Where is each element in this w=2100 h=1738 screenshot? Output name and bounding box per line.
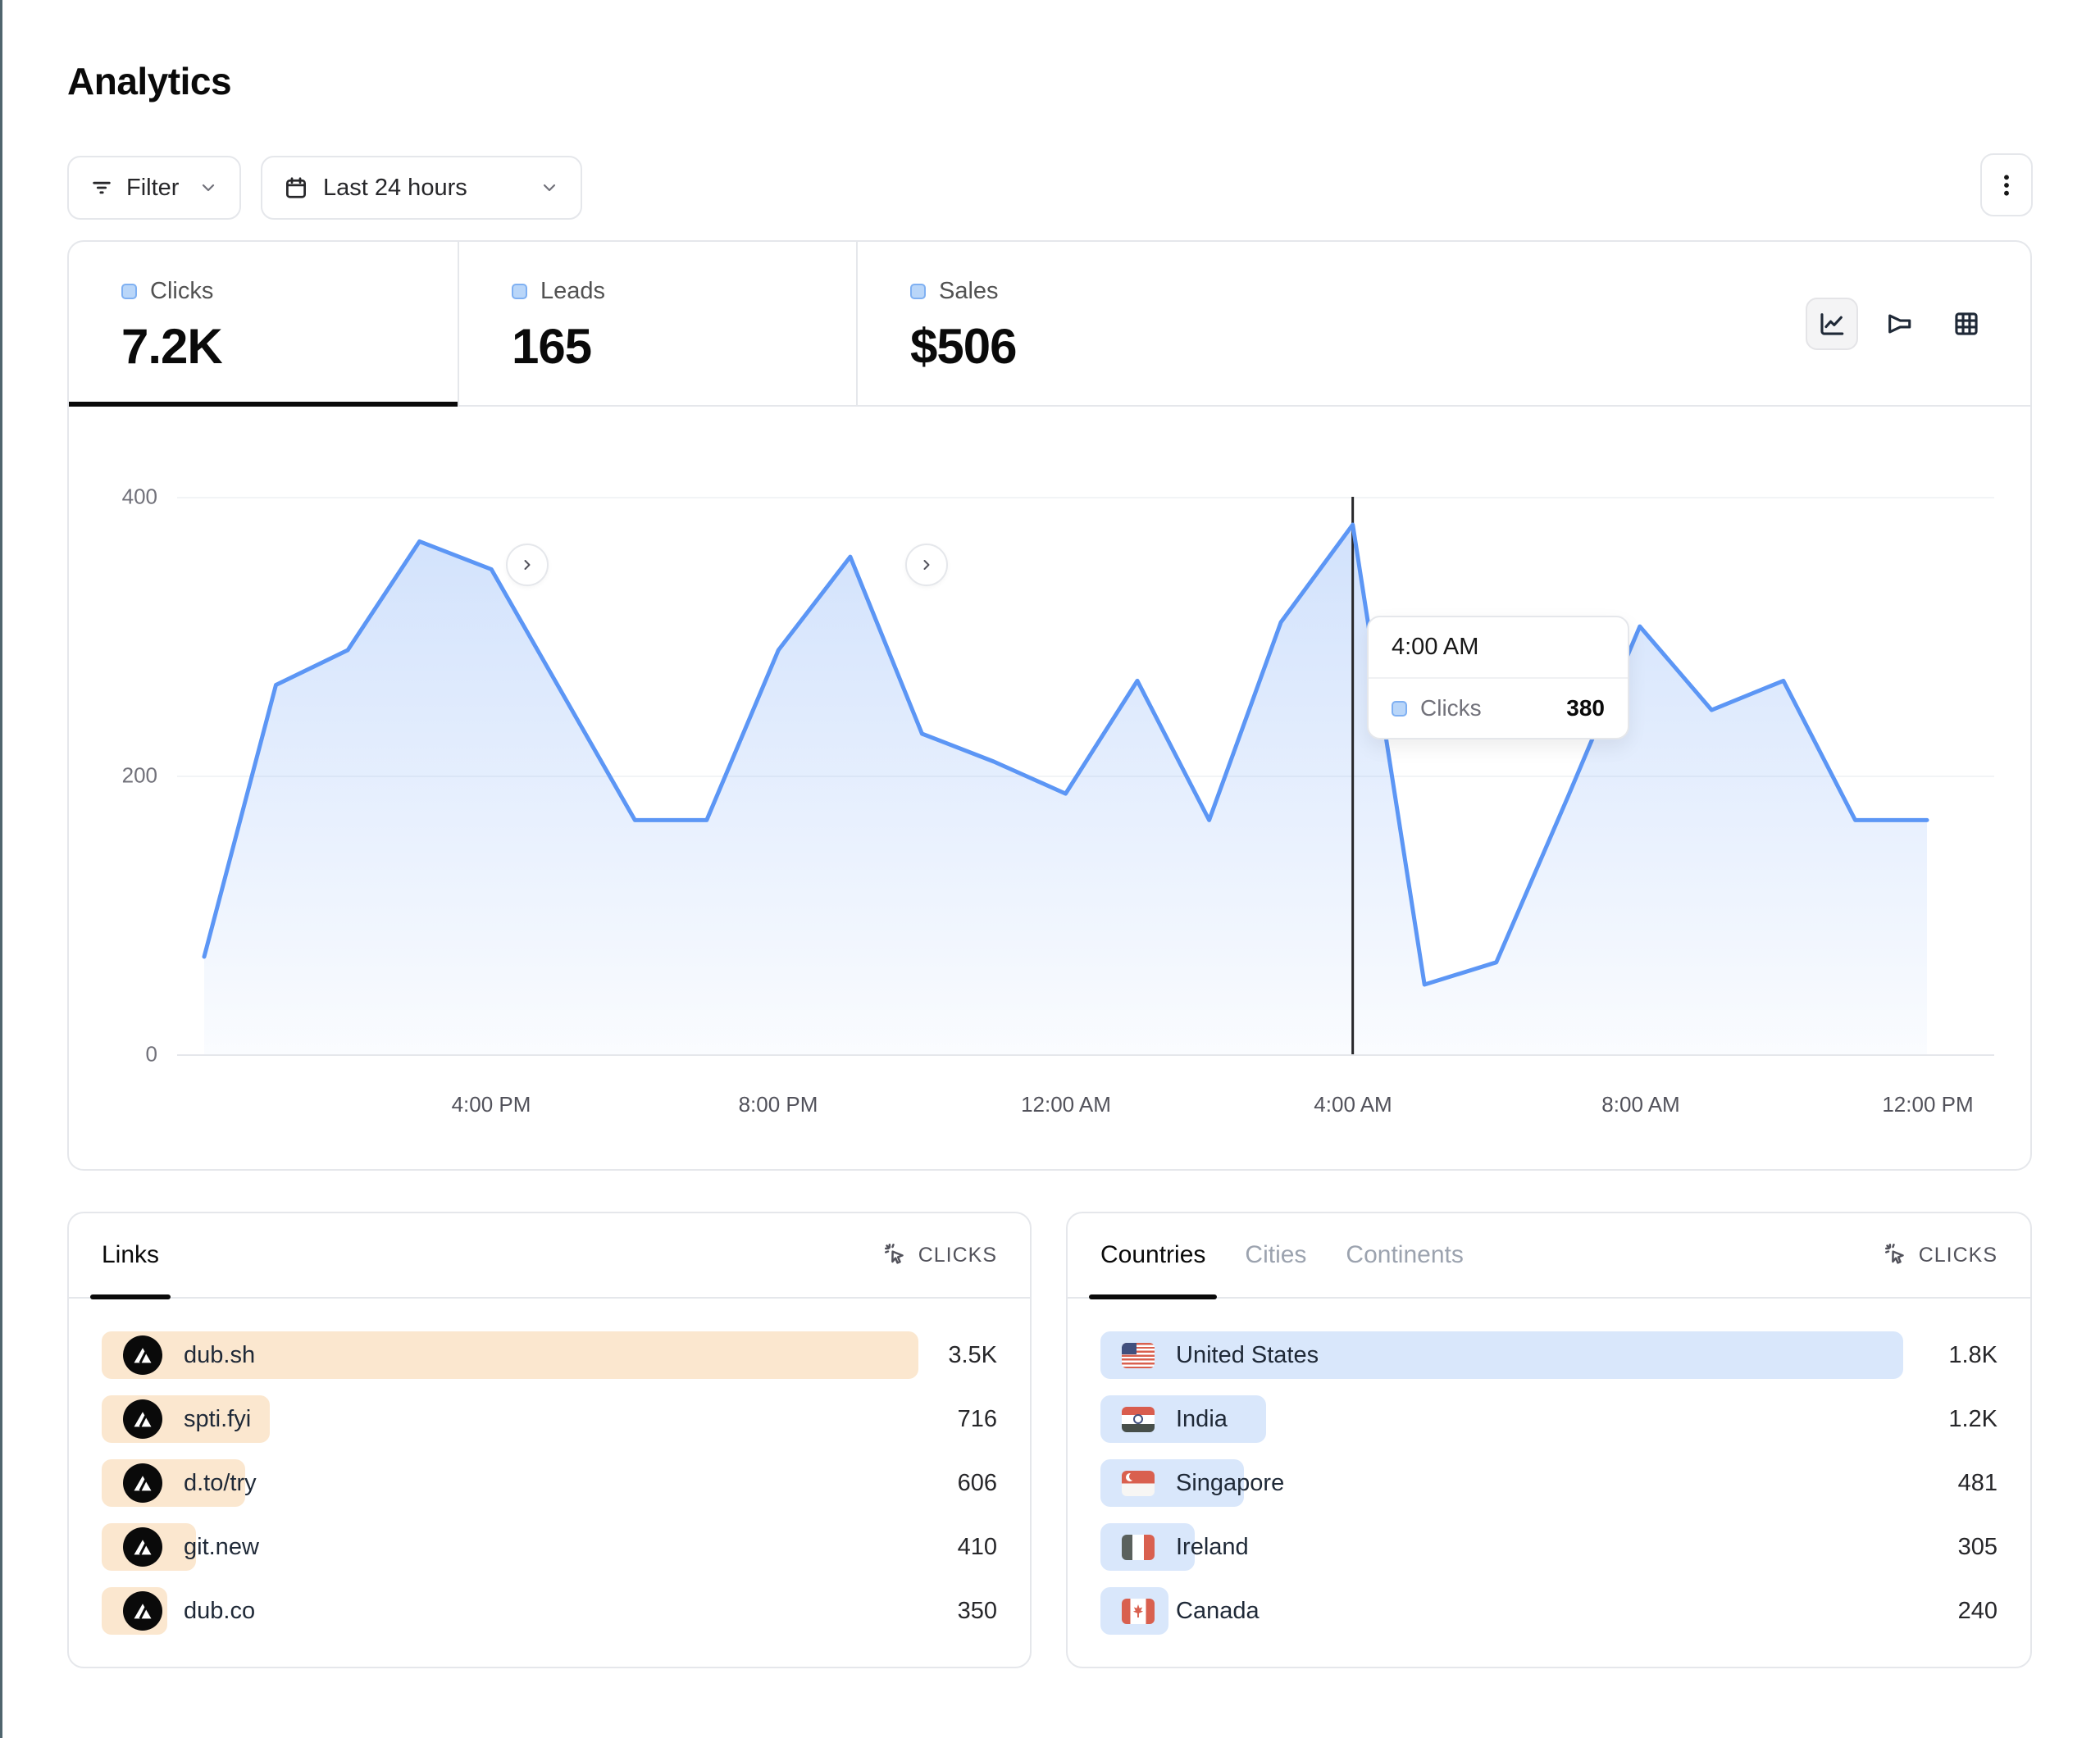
- calendar-icon: [284, 175, 308, 200]
- chart-tooltip: 4:00 AM Clicks 380: [1367, 616, 1629, 739]
- row-label: spti.fyi: [184, 1406, 251, 1433]
- chevron-down-icon: [540, 178, 559, 198]
- x-axis-tick: 4:00 PM: [452, 1092, 531, 1117]
- tooltip-series-label: Clicks: [1420, 695, 1482, 721]
- link-row[interactable]: dub.sh 3.5K: [102, 1331, 997, 1379]
- ca-flag-icon: [1122, 1599, 1155, 1624]
- dub-logo-icon: [131, 1599, 154, 1622]
- stat-expand-chevron[interactable]: [905, 544, 948, 586]
- window-edge-strip: [0, 0, 2, 1738]
- tab-continents[interactable]: Continents: [1346, 1213, 1463, 1297]
- row-value: 1.2K: [1948, 1395, 1998, 1443]
- dub-logo-icon: [131, 1344, 154, 1367]
- link-row[interactable]: dub.co 350: [102, 1587, 997, 1635]
- row-value: 3.5K: [948, 1331, 997, 1379]
- ie-flag-icon: [1122, 1535, 1155, 1560]
- sg-flag-icon: [1122, 1471, 1155, 1496]
- filter-button-label: Filter: [126, 175, 179, 202]
- dub-logo-icon: [131, 1472, 154, 1495]
- row-label: dub.co: [184, 1598, 255, 1625]
- date-range-label: Last 24 hours: [323, 175, 467, 202]
- x-axis-tick: 4:00 AM: [1314, 1092, 1392, 1117]
- row-value: 240: [1958, 1587, 1998, 1635]
- links-metric-label: CLICKS: [918, 1244, 997, 1267]
- row-value: 716: [958, 1395, 997, 1443]
- in-flag-icon: [1122, 1407, 1155, 1432]
- geo-panel-header: Countries Cities Continents CLICKS: [1068, 1213, 2030, 1299]
- x-axis-tick: 8:00 PM: [739, 1092, 818, 1117]
- row-value: 350: [958, 1587, 997, 1635]
- tooltip-time: 4:00 AM: [1369, 617, 1628, 679]
- link-favicon: [123, 1527, 162, 1567]
- chevron-down-icon: [198, 178, 218, 198]
- x-axis-tick: 12:00 AM: [1021, 1092, 1111, 1117]
- link-row[interactable]: spti.fyi 716: [102, 1395, 997, 1443]
- date-range-button[interactable]: Last 24 hours: [261, 156, 582, 220]
- link-favicon: [123, 1463, 162, 1503]
- geo-rows: United States 1.8K India 1.2K Singapore 481 Ir…: [1068, 1299, 2030, 1635]
- link-row[interactable]: git.new 410: [102, 1523, 997, 1571]
- country-row[interactable]: India 1.2K: [1100, 1395, 1998, 1443]
- filter-button[interactable]: Filter: [67, 156, 241, 220]
- tooltip-legend-swatch: [1392, 701, 1407, 717]
- row-value: 410: [958, 1523, 997, 1571]
- link-favicon: [123, 1335, 162, 1375]
- tab-links[interactable]: Links: [102, 1213, 159, 1297]
- links-rows: dub.sh 3.5K spti.fyi 716 d.to/try 606 git.new 4…: [69, 1299, 1030, 1635]
- row-label: United States: [1176, 1342, 1319, 1369]
- country-row[interactable]: United States 1.8K: [1100, 1331, 1998, 1379]
- row-label: Ireland: [1176, 1534, 1249, 1561]
- x-axis-tick: 12:00 PM: [1882, 1092, 1973, 1117]
- row-label: Singapore: [1176, 1470, 1284, 1497]
- row-value: 1.8K: [1948, 1331, 1998, 1379]
- country-row[interactable]: Canada 240: [1100, 1587, 1998, 1635]
- stat-expand-chevron[interactable]: [506, 544, 549, 586]
- chevron-right-icon: [918, 557, 935, 573]
- analytics-card: Clicks 7.2K Leads 165 Sales $506: [67, 240, 2032, 1171]
- link-favicon: [123, 1399, 162, 1439]
- row-label: d.to/try: [184, 1470, 257, 1497]
- cursor-click-icon: [884, 1243, 909, 1267]
- more-options-button[interactable]: [1980, 153, 2033, 216]
- row-label: git.new: [184, 1534, 259, 1561]
- links-panel-header: Links CLICKS: [69, 1213, 1030, 1299]
- x-axis-tick: 8:00 AM: [1601, 1092, 1679, 1117]
- geo-metric-label: CLICKS: [1919, 1244, 1998, 1267]
- dub-logo-icon: [131, 1408, 154, 1431]
- country-row[interactable]: Ireland 305: [1100, 1523, 1998, 1571]
- link-row[interactable]: d.to/try 606: [102, 1459, 997, 1507]
- geo-panel: Countries Cities Continents CLICKS Unite…: [1066, 1212, 2032, 1668]
- row-value: 481: [1958, 1459, 1998, 1507]
- tooltip-value: 380: [1566, 695, 1605, 721]
- page-title: Analytics: [67, 59, 231, 103]
- tab-cities[interactable]: Cities: [1245, 1213, 1306, 1297]
- clicks-chart[interactable]: 400 200 0 4:00 PM 8:00 PM 12:00 AM 4:00 …: [69, 407, 2030, 1169]
- link-favicon: [123, 1591, 162, 1631]
- kebab-menu-icon: [1994, 171, 2019, 199]
- chart-area-fill: [204, 525, 1927, 1054]
- chevron-right-icon: [519, 557, 535, 573]
- cursor-click-icon: [1884, 1243, 1909, 1267]
- row-value: 606: [958, 1459, 997, 1507]
- row-label: India: [1176, 1406, 1228, 1433]
- row-label: dub.sh: [184, 1342, 255, 1369]
- area-chart-svg: [69, 242, 2030, 1169]
- row-value: 305: [1958, 1523, 1998, 1571]
- country-row[interactable]: Singapore 481: [1100, 1459, 1998, 1507]
- dub-logo-icon: [131, 1536, 154, 1558]
- tab-countries[interactable]: Countries: [1100, 1213, 1205, 1297]
- links-panel: Links CLICKS dub.sh 3.5K spti.fyi 716 d.to/t…: [67, 1212, 1032, 1668]
- row-label: Canada: [1176, 1598, 1260, 1625]
- filter-icon: [90, 176, 113, 199]
- us-flag-icon: [1122, 1343, 1155, 1368]
